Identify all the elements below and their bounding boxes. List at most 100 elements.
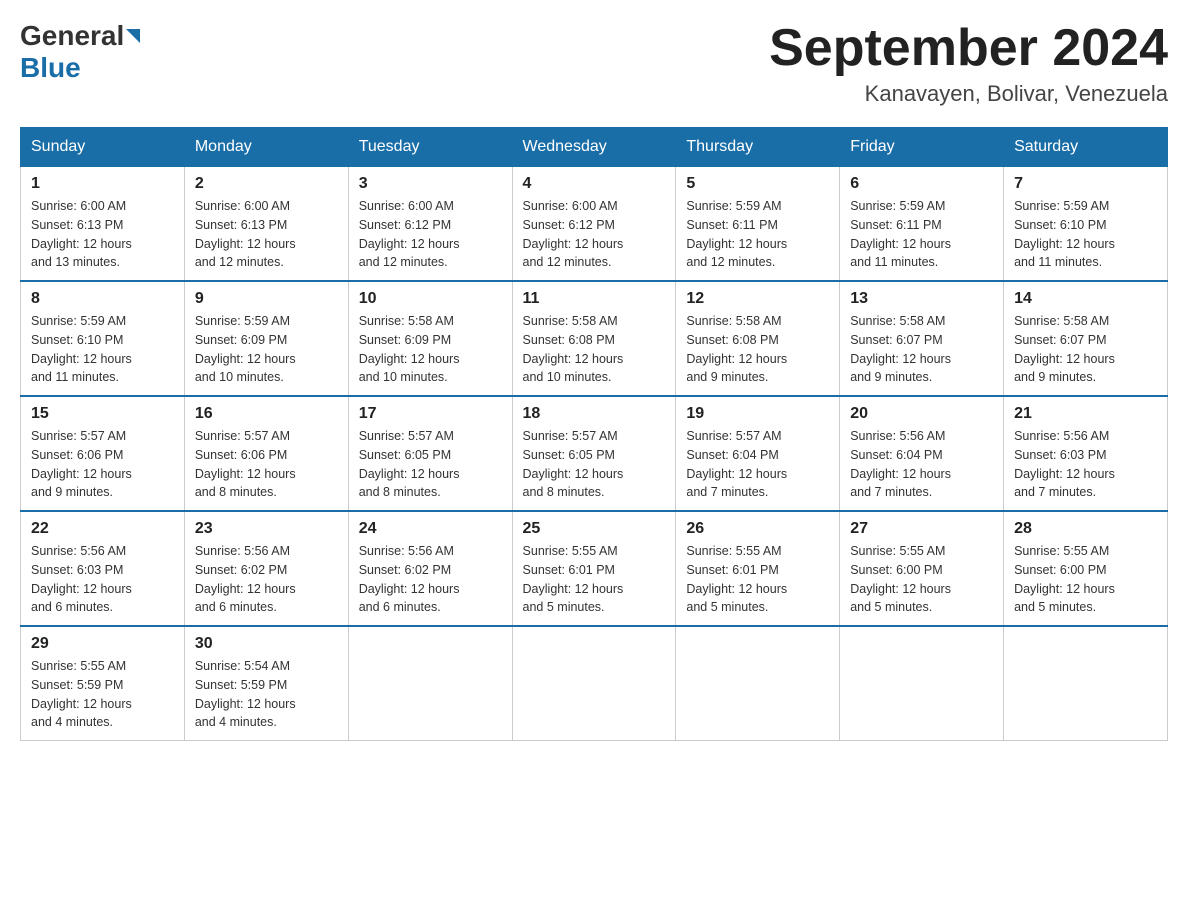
- calendar-cell: 11 Sunrise: 5:58 AM Sunset: 6:08 PM Dayl…: [512, 281, 676, 396]
- calendar-week-2: 8 Sunrise: 5:59 AM Sunset: 6:10 PM Dayli…: [21, 281, 1168, 396]
- calendar-cell: 30 Sunrise: 5:54 AM Sunset: 5:59 PM Dayl…: [184, 626, 348, 741]
- day-number: 13: [850, 290, 993, 308]
- calendar-cell: 1 Sunrise: 6:00 AM Sunset: 6:13 PM Dayli…: [21, 167, 185, 282]
- calendar-cell: 17 Sunrise: 5:57 AM Sunset: 6:05 PM Dayl…: [348, 396, 512, 511]
- day-info: Sunrise: 5:58 AM Sunset: 6:07 PM Dayligh…: [1014, 312, 1157, 387]
- day-info: Sunrise: 5:56 AM Sunset: 6:03 PM Dayligh…: [1014, 427, 1157, 502]
- day-number: 1: [31, 175, 174, 193]
- calendar-cell: 15 Sunrise: 5:57 AM Sunset: 6:06 PM Dayl…: [21, 396, 185, 511]
- calendar-header-row: Sunday Monday Tuesday Wednesday Thursday…: [21, 128, 1168, 167]
- month-title: September 2024: [769, 20, 1168, 77]
- day-info: Sunrise: 5:58 AM Sunset: 6:08 PM Dayligh…: [686, 312, 829, 387]
- calendar-cell: 29 Sunrise: 5:55 AM Sunset: 5:59 PM Dayl…: [21, 626, 185, 741]
- day-info: Sunrise: 5:58 AM Sunset: 6:09 PM Dayligh…: [359, 312, 502, 387]
- calendar-week-5: 29 Sunrise: 5:55 AM Sunset: 5:59 PM Dayl…: [21, 626, 1168, 741]
- day-number: 18: [523, 405, 666, 423]
- day-info: Sunrise: 5:55 AM Sunset: 6:00 PM Dayligh…: [850, 542, 993, 617]
- page-header: General Blue September 2024 Kanavayen, B…: [20, 20, 1168, 107]
- header-tuesday: Tuesday: [348, 128, 512, 167]
- day-number: 11: [523, 290, 666, 308]
- calendar-cell: 25 Sunrise: 5:55 AM Sunset: 6:01 PM Dayl…: [512, 511, 676, 626]
- calendar-cell: 23 Sunrise: 5:56 AM Sunset: 6:02 PM Dayl…: [184, 511, 348, 626]
- calendar-week-1: 1 Sunrise: 6:00 AM Sunset: 6:13 PM Dayli…: [21, 167, 1168, 282]
- day-info: Sunrise: 5:55 AM Sunset: 6:00 PM Dayligh…: [1014, 542, 1157, 617]
- header-sunday: Sunday: [21, 128, 185, 167]
- calendar-cell: 4 Sunrise: 6:00 AM Sunset: 6:12 PM Dayli…: [512, 167, 676, 282]
- day-info: Sunrise: 6:00 AM Sunset: 6:12 PM Dayligh…: [523, 197, 666, 272]
- calendar-cell: 9 Sunrise: 5:59 AM Sunset: 6:09 PM Dayli…: [184, 281, 348, 396]
- day-info: Sunrise: 5:57 AM Sunset: 6:06 PM Dayligh…: [31, 427, 174, 502]
- calendar-cell: 14 Sunrise: 5:58 AM Sunset: 6:07 PM Dayl…: [1004, 281, 1168, 396]
- day-number: 24: [359, 520, 502, 538]
- day-number: 2: [195, 175, 338, 193]
- calendar-cell: 21 Sunrise: 5:56 AM Sunset: 6:03 PM Dayl…: [1004, 396, 1168, 511]
- day-info: Sunrise: 5:55 AM Sunset: 6:01 PM Dayligh…: [686, 542, 829, 617]
- calendar-cell: 10 Sunrise: 5:58 AM Sunset: 6:09 PM Dayl…: [348, 281, 512, 396]
- day-info: Sunrise: 6:00 AM Sunset: 6:13 PM Dayligh…: [195, 197, 338, 272]
- calendar-cell: 2 Sunrise: 6:00 AM Sunset: 6:13 PM Dayli…: [184, 167, 348, 282]
- day-number: 21: [1014, 405, 1157, 423]
- day-number: 12: [686, 290, 829, 308]
- day-number: 26: [686, 520, 829, 538]
- calendar-table: Sunday Monday Tuesday Wednesday Thursday…: [20, 127, 1168, 741]
- day-info: Sunrise: 5:59 AM Sunset: 6:11 PM Dayligh…: [850, 197, 993, 272]
- calendar-cell: [348, 626, 512, 741]
- day-info: Sunrise: 5:56 AM Sunset: 6:02 PM Dayligh…: [195, 542, 338, 617]
- calendar-cell: 24 Sunrise: 5:56 AM Sunset: 6:02 PM Dayl…: [348, 511, 512, 626]
- calendar-cell: 12 Sunrise: 5:58 AM Sunset: 6:08 PM Dayl…: [676, 281, 840, 396]
- day-number: 29: [31, 635, 174, 653]
- day-number: 6: [850, 175, 993, 193]
- day-number: 5: [686, 175, 829, 193]
- calendar-cell: 7 Sunrise: 5:59 AM Sunset: 6:10 PM Dayli…: [1004, 167, 1168, 282]
- day-info: Sunrise: 5:58 AM Sunset: 6:08 PM Dayligh…: [523, 312, 666, 387]
- day-info: Sunrise: 5:56 AM Sunset: 6:02 PM Dayligh…: [359, 542, 502, 617]
- calendar-cell: 8 Sunrise: 5:59 AM Sunset: 6:10 PM Dayli…: [21, 281, 185, 396]
- calendar-cell: 5 Sunrise: 5:59 AM Sunset: 6:11 PM Dayli…: [676, 167, 840, 282]
- day-info: Sunrise: 6:00 AM Sunset: 6:13 PM Dayligh…: [31, 197, 174, 272]
- day-number: 28: [1014, 520, 1157, 538]
- day-number: 20: [850, 405, 993, 423]
- calendar-cell: [676, 626, 840, 741]
- day-number: 19: [686, 405, 829, 423]
- day-info: Sunrise: 5:57 AM Sunset: 6:05 PM Dayligh…: [523, 427, 666, 502]
- calendar-cell: 19 Sunrise: 5:57 AM Sunset: 6:04 PM Dayl…: [676, 396, 840, 511]
- day-info: Sunrise: 5:57 AM Sunset: 6:05 PM Dayligh…: [359, 427, 502, 502]
- day-info: Sunrise: 5:57 AM Sunset: 6:06 PM Dayligh…: [195, 427, 338, 502]
- day-number: 27: [850, 520, 993, 538]
- header-wednesday: Wednesday: [512, 128, 676, 167]
- calendar-cell: 26 Sunrise: 5:55 AM Sunset: 6:01 PM Dayl…: [676, 511, 840, 626]
- calendar-cell: 22 Sunrise: 5:56 AM Sunset: 6:03 PM Dayl…: [21, 511, 185, 626]
- day-info: Sunrise: 5:57 AM Sunset: 6:04 PM Dayligh…: [686, 427, 829, 502]
- day-number: 10: [359, 290, 502, 308]
- day-number: 3: [359, 175, 502, 193]
- day-info: Sunrise: 5:59 AM Sunset: 6:10 PM Dayligh…: [1014, 197, 1157, 272]
- day-number: 9: [195, 290, 338, 308]
- day-info: Sunrise: 5:54 AM Sunset: 5:59 PM Dayligh…: [195, 657, 338, 732]
- calendar-cell: [840, 626, 1004, 741]
- header-friday: Friday: [840, 128, 1004, 167]
- day-info: Sunrise: 5:56 AM Sunset: 6:04 PM Dayligh…: [850, 427, 993, 502]
- day-number: 14: [1014, 290, 1157, 308]
- header-saturday: Saturday: [1004, 128, 1168, 167]
- calendar-cell: 27 Sunrise: 5:55 AM Sunset: 6:00 PM Dayl…: [840, 511, 1004, 626]
- day-number: 25: [523, 520, 666, 538]
- day-info: Sunrise: 5:58 AM Sunset: 6:07 PM Dayligh…: [850, 312, 993, 387]
- day-number: 22: [31, 520, 174, 538]
- calendar-cell: 20 Sunrise: 5:56 AM Sunset: 6:04 PM Dayl…: [840, 396, 1004, 511]
- header-thursday: Thursday: [676, 128, 840, 167]
- header-monday: Monday: [184, 128, 348, 167]
- calendar-cell: [512, 626, 676, 741]
- logo-blue-text: Blue: [20, 52, 81, 83]
- calendar-cell: 3 Sunrise: 6:00 AM Sunset: 6:12 PM Dayli…: [348, 167, 512, 282]
- calendar-cell: 13 Sunrise: 5:58 AM Sunset: 6:07 PM Dayl…: [840, 281, 1004, 396]
- day-info: Sunrise: 5:59 AM Sunset: 6:11 PM Dayligh…: [686, 197, 829, 272]
- calendar-cell: 6 Sunrise: 5:59 AM Sunset: 6:11 PM Dayli…: [840, 167, 1004, 282]
- day-number: 23: [195, 520, 338, 538]
- calendar-cell: 18 Sunrise: 5:57 AM Sunset: 6:05 PM Dayl…: [512, 396, 676, 511]
- day-info: Sunrise: 6:00 AM Sunset: 6:12 PM Dayligh…: [359, 197, 502, 272]
- day-number: 30: [195, 635, 338, 653]
- logo-general-text: General: [20, 20, 124, 52]
- logo: General Blue: [20, 20, 142, 84]
- logo-triangle-icon: [126, 29, 140, 43]
- day-info: Sunrise: 5:55 AM Sunset: 6:01 PM Dayligh…: [523, 542, 666, 617]
